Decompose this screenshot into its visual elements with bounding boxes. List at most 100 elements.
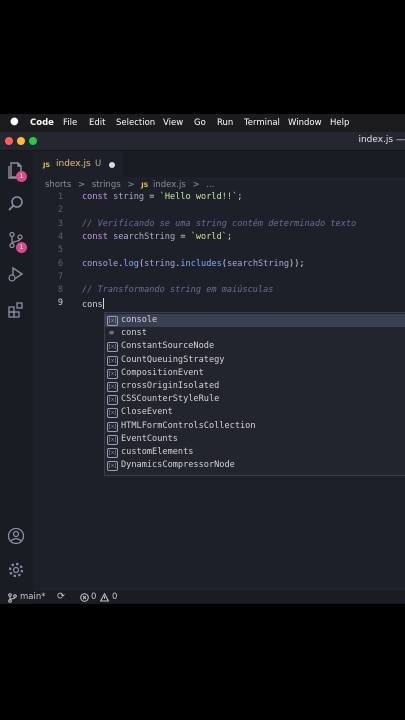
explorer-icon[interactable]: 1: [7, 161, 27, 182]
keyword-icon: ≡: [109, 328, 114, 338]
menu-window[interactable]: Window: [288, 118, 322, 128]
breadcrumb-symbols[interactable]: ...: [206, 180, 214, 190]
variable-icon: [x]: [107, 434, 118, 445]
suggestion-label: CSSCounterStyleRule: [121, 394, 220, 405]
tab-index-js[interactable]: JS index.js U: [33, 151, 123, 178]
variable-icon: [x]: [107, 355, 118, 366]
account-icon[interactable]: [7, 527, 25, 545]
warning-icon: [100, 593, 109, 602]
activity-bar: 1 1: [0, 151, 33, 591]
editor-tabs: JS index.js U: [33, 151, 405, 178]
menu-file[interactable]: File: [63, 118, 77, 128]
menu-terminal[interactable]: Terminal: [244, 118, 280, 128]
code-token: console: [82, 258, 119, 269]
menu-bar: ● Code File Edit Selection View Go Run T…: [0, 114, 405, 132]
code-line[interactable]: 2: [33, 205, 405, 218]
code-line[interactable]: 7: [33, 272, 405, 285]
title-bar: index.js —: [0, 132, 405, 151]
suggestion-item[interactable]: ≡ const: [105, 327, 405, 340]
suggestion-item[interactable]: [x] crossOriginIsolated: [105, 380, 405, 393]
code-line[interactable]: 9 cons: [33, 298, 405, 311]
code-text: // Verificando se uma string contém dete…: [82, 219, 356, 229]
breadcrumb-index-js[interactable]: index.js: [153, 180, 186, 190]
line-number: 7: [57, 271, 63, 282]
suggestion-item[interactable]: [x] customElements: [105, 446, 405, 459]
suggestion-item[interactable]: [x] CSSCounterStyleRule: [105, 393, 405, 406]
menu-edit[interactable]: Edit: [89, 118, 105, 128]
apple-menu-icon[interactable]: ●: [10, 116, 19, 127]
code-token: searchString: [226, 258, 290, 269]
suggestion-item[interactable]: [x] CompositionEvent: [105, 367, 405, 380]
run-debug-icon[interactable]: [7, 265, 25, 283]
code-line[interactable]: 4 const searchString = `world`;: [33, 232, 405, 245]
menu-view[interactable]: View: [163, 118, 183, 128]
code-line[interactable]: 3 // Verificando se uma string contém det…: [33, 219, 405, 232]
code-text: const string = `Hello world!!`;: [82, 192, 242, 202]
suggestion-item[interactable]: [x] HTMLFormControlsCollection: [105, 420, 405, 433]
breadcrumb-shorts[interactable]: shorts: [45, 180, 71, 190]
js-file-icon: JS: [141, 181, 149, 189]
text-cursor: [102, 298, 104, 310]
variable-icon: [x]: [107, 395, 118, 406]
close-window-button[interactable]: [5, 137, 13, 145]
settings-gear-icon[interactable]: [7, 561, 25, 579]
line-number: 4: [57, 231, 63, 242]
code-line[interactable]: 8 // Transformando string em maiúsculas: [33, 285, 405, 298]
variable-icon: [x]: [107, 342, 118, 353]
scm-badge: 1: [16, 242, 27, 253]
app-menu[interactable]: Code: [30, 118, 54, 128]
variable-icon: [x]: [107, 368, 118, 379]
code-line[interactable]: 5: [33, 245, 405, 258]
code-line[interactable]: 6 console.log(string.includes(searchStrin…: [33, 259, 405, 272]
menu-selection[interactable]: Selection: [116, 118, 155, 128]
code-token: ;: [226, 231, 233, 242]
code-token: `world`: [190, 231, 227, 242]
suggestion-label: CompositionEvent: [121, 367, 204, 378]
error-icon: [80, 593, 89, 602]
menu-help[interactable]: Help: [330, 118, 349, 128]
code-text: // Transformando string em maiúsculas: [82, 285, 273, 295]
line-number: 5: [57, 245, 63, 256]
search-icon[interactable]: [7, 195, 25, 213]
js-file-icon: JS: [43, 161, 51, 169]
explorer-badge: 1: [16, 171, 27, 182]
suggestion-item[interactable]: [x] ConstantSourceNode: [105, 340, 405, 353]
status-bar: main* ⟳ 0 0: [0, 591, 405, 604]
extensions-icon[interactable]: [7, 301, 25, 319]
error-count[interactable]: 0: [91, 592, 96, 602]
suggestion-item[interactable]: [x] CloseEvent: [105, 406, 405, 419]
unsaved-dot-icon[interactable]: [109, 162, 115, 168]
menu-go[interactable]: Go: [194, 118, 206, 128]
suggestion-item[interactable]: [x] EventCounts: [105, 433, 405, 446]
sync-icon[interactable]: ⟳: [57, 591, 65, 602]
variable-icon: [x]: [107, 448, 118, 458]
suggestion-label: crossOriginIsolated: [121, 381, 220, 391]
zoom-window-button[interactable]: [29, 137, 37, 145]
untracked-status: U: [95, 159, 102, 169]
minimize-window-button[interactable]: [17, 137, 25, 145]
menu-run[interactable]: Run: [217, 118, 233, 128]
suggestion-label: EventCounts: [121, 433, 178, 444]
suggestion-label: customElements: [121, 447, 194, 457]
line-number: 8: [57, 285, 63, 296]
code-token: ;: [237, 192, 243, 202]
breadcrumb: shorts > strings > JS index.js > ...: [45, 180, 218, 190]
code-line[interactable]: 1 const string = `Hello world!!`;: [33, 192, 405, 205]
code-text: console.log(string.includes(searchString…: [82, 259, 305, 269]
suggestion-item[interactable]: [x] CountQueuingStrategy: [105, 354, 405, 367]
suggestion-label: CountQueuingStrategy: [121, 354, 225, 365]
code-text: const searchString = `world`;: [82, 232, 232, 242]
breadcrumb-strings[interactable]: strings: [92, 180, 121, 190]
warning-count[interactable]: 0: [112, 592, 117, 602]
suggestion-item[interactable]: [x] DynamicsCompressorNode: [105, 459, 405, 472]
branch-icon: [8, 593, 17, 603]
suggestion-label: ConstantSourceNode: [121, 341, 215, 352]
code-token: string: [144, 258, 176, 269]
source-control-icon[interactable]: 1: [7, 231, 27, 253]
suggestion-item[interactable]: [x] console: [105, 314, 405, 328]
branch-name[interactable]: main*: [20, 592, 46, 602]
code-token: // Verificando se uma string contém dete…: [82, 218, 357, 229]
code-token: const: [82, 192, 108, 202]
chevron-right-icon: >: [192, 180, 200, 190]
code-token: =: [175, 231, 191, 242]
